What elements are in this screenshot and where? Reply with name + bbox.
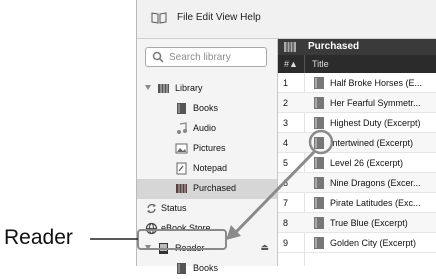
- sidebar-item-label: Notepad: [193, 163, 228, 173]
- row-number: 4: [283, 138, 289, 148]
- book-icon: [314, 237, 324, 249]
- sidebar-item-pictures[interactable]: Pictures: [137, 139, 277, 159]
- book-icon: [314, 197, 324, 209]
- sidebar-item-label: Purchased: [193, 183, 237, 193]
- row-title: Nine Dragons (Excer...: [330, 178, 421, 188]
- purchased-icon: [284, 42, 296, 52]
- table-row[interactable]: 7 Pirate Latitudes (Exc...: [278, 193, 436, 213]
- row-number: 5: [283, 158, 289, 168]
- column-divider[interactable]: [304, 55, 305, 73]
- pictures-icon: [175, 143, 188, 154]
- row-title: Her Fearful Symmetr...: [330, 98, 421, 108]
- row-number: 3: [283, 118, 289, 128]
- sidebar-item-audio[interactable]: Audio: [137, 119, 277, 139]
- row-number: 7: [283, 198, 289, 208]
- sidebar: Search library Library Books Audio Pictu…: [137, 39, 278, 274]
- collapse-triangle-icon[interactable]: [145, 84, 151, 92]
- sidebar-item-label: Library: [175, 83, 203, 93]
- sidebar-item-label: Status: [161, 203, 187, 213]
- row-title: Highest Duty (Excerpt): [330, 118, 421, 128]
- sidebar-item-purchased[interactable]: Purchased: [137, 179, 277, 199]
- sidebar-item-status[interactable]: Status: [137, 199, 277, 219]
- table-row[interactable]: 9 Golden City (Excerpt): [278, 233, 436, 253]
- sidebar-item-reader-books[interactable]: Books: [137, 259, 277, 279]
- audio-icon: [177, 122, 187, 134]
- sidebar-item-label: Books: [193, 263, 219, 273]
- row-number: 6: [283, 178, 289, 188]
- sidebar-item-label: Books: [193, 103, 219, 113]
- book-list-panel: Purchased #▲ Title 1 Half Broke Horses (…: [278, 39, 436, 266]
- search-icon: [152, 51, 164, 63]
- column-number-header[interactable]: #▲: [284, 59, 298, 69]
- eject-icon[interactable]: ⏏: [260, 242, 269, 253]
- column-header: #▲ Title: [278, 55, 436, 73]
- table-row[interactable]: 8 True Blue (Excerpt): [278, 213, 436, 233]
- row-title: Intertwined (Excerpt): [330, 138, 414, 148]
- table-row[interactable]: 3 Highest Duty (Excerpt): [278, 113, 436, 133]
- column-title-header[interactable]: Title: [312, 59, 329, 69]
- purchased-icon: [176, 184, 187, 193]
- library-icon: [158, 84, 169, 93]
- row-number: 2: [283, 98, 289, 108]
- row-title: Level 26 (Excerpt): [330, 158, 404, 168]
- sidebar-item-books[interactable]: Books: [137, 99, 277, 119]
- sidebar-item-label: eBook Store: [161, 223, 211, 233]
- collapse-triangle-icon[interactable]: [145, 244, 151, 252]
- book-icon: [314, 77, 324, 89]
- book-icon: [314, 117, 324, 129]
- status-icon: [147, 203, 156, 214]
- reader-device-icon: [159, 243, 168, 254]
- menu-items[interactable]: File Edit View Help: [177, 12, 261, 23]
- table-row[interactable]: 2 Her Fearful Symmetr...: [278, 93, 436, 113]
- table-row[interactable]: 5 Level 26 (Excerpt): [278, 153, 436, 173]
- sidebar-item-library[interactable]: Library: [137, 79, 277, 99]
- sidebar-item-notepad[interactable]: Notepad: [137, 159, 277, 179]
- book-logo-icon: [151, 12, 167, 24]
- row-title: Golden City (Excerpt): [330, 238, 417, 248]
- sidebar-item-label: Reader: [175, 243, 205, 253]
- table-row[interactable]: 6 Nine Dragons (Excer...: [278, 173, 436, 193]
- globe-icon: [145, 222, 158, 235]
- collection-title: Purchased: [308, 41, 360, 52]
- row-title: Half Broke Horses (E...: [330, 78, 423, 88]
- menu-bar: File Edit View Help: [137, 0, 436, 39]
- book-icon: [314, 137, 324, 149]
- books-icon: [177, 263, 186, 274]
- book-icon: [314, 157, 324, 169]
- search-placeholder: Search library: [169, 52, 231, 63]
- sidebar-item-reader[interactable]: Reader ⏏: [137, 239, 277, 259]
- row-number: 1: [283, 78, 289, 88]
- sidebar-item-label: Audio: [193, 123, 217, 133]
- collection-header: Purchased: [278, 39, 436, 55]
- row-number: 9: [283, 238, 289, 248]
- book-icon: [314, 97, 324, 109]
- sidebar-item-ebook-store[interactable]: eBook Store: [137, 219, 277, 239]
- table-row[interactable]: 4 Intertwined (Excerpt): [278, 133, 436, 153]
- notepad-icon: [176, 162, 187, 175]
- row-title: Pirate Latitudes (Exc...: [330, 198, 421, 208]
- row-title: True Blue (Excerpt): [330, 218, 408, 228]
- book-icon: [314, 217, 324, 229]
- books-icon: [177, 103, 186, 114]
- callout-label-reader: Reader: [4, 226, 73, 249]
- row-number: 8: [283, 218, 289, 228]
- table-row[interactable]: 1 Half Broke Horses (E...: [278, 73, 436, 93]
- reader-library-window: File Edit View Help Search library Libra…: [136, 0, 436, 274]
- sidebar-item-label: Pictures: [193, 143, 226, 153]
- book-icon: [314, 177, 324, 189]
- search-input[interactable]: Search library: [145, 47, 267, 67]
